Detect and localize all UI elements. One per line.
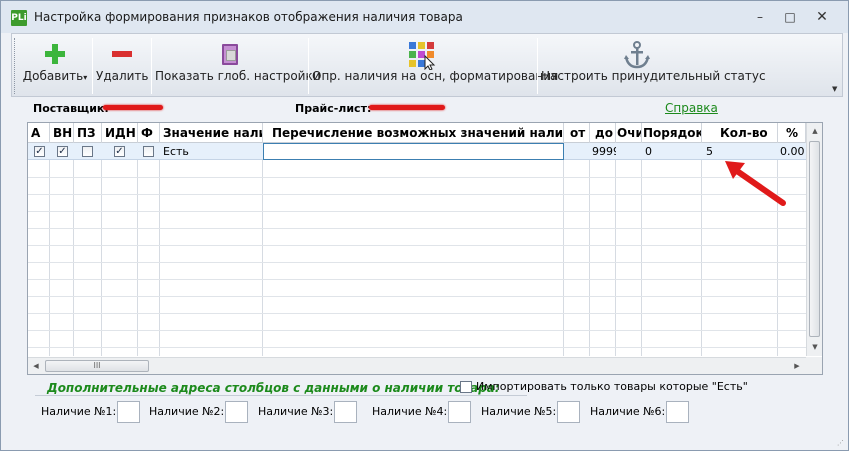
- delete-button-label: Удалить: [96, 69, 149, 83]
- checkbox-idn[interactable]: ✓: [114, 146, 125, 157]
- col-header-order[interactable]: Порядок: [642, 123, 702, 143]
- col-header-a[interactable]: А: [28, 123, 50, 143]
- minus-icon: [112, 51, 132, 57]
- toolbar-overflow-icon[interactable]: ▼: [832, 85, 840, 95]
- help-link[interactable]: Справка: [665, 101, 718, 115]
- book-icon: [222, 44, 238, 65]
- horizontal-scroll-thumb[interactable]: III: [45, 360, 149, 372]
- anchor-icon: [624, 41, 650, 69]
- vertical-scroll-thumb[interactable]: [809, 141, 820, 337]
- col-header-clear[interactable]: Очис: [616, 123, 642, 143]
- availability-1-label: Наличие №1:: [41, 405, 117, 418]
- window-title: Настройка формирования признаков отображ…: [34, 10, 463, 24]
- availability-6-label: Наличие №6:: [590, 405, 666, 418]
- horizontal-scrollbar[interactable]: ◀ III ▶: [28, 357, 806, 374]
- scroll-up-icon[interactable]: ▲: [807, 123, 822, 139]
- vertical-scrollbar[interactable]: ▲ ▼: [806, 123, 822, 356]
- import-only-label: Импортировать только товары которые "Ест…: [476, 380, 748, 393]
- scroll-right-icon[interactable]: ▶: [789, 358, 805, 374]
- title-bar: PLi Настройка формирования признаков ото…: [1, 1, 848, 33]
- chevron-down-icon: ▾: [83, 73, 88, 82]
- minimize-button[interactable]: –: [747, 7, 773, 27]
- checkbox-a[interactable]: ✓: [34, 146, 45, 157]
- maximize-button[interactable]: □: [777, 7, 803, 27]
- pricelist-value-redacted: [369, 105, 445, 110]
- force-status-button[interactable]: Настроить принудительный статус: [541, 34, 766, 96]
- toolbar-separator: [151, 38, 152, 94]
- col-header-value[interactable]: Значение налич: [160, 123, 263, 143]
- show-global-settings-label: Показать глоб. настройки: [155, 69, 321, 83]
- close-button[interactable]: ✕: [809, 7, 835, 27]
- col-header-qty[interactable]: Кол-во: [702, 123, 778, 143]
- checkbox-pz[interactable]: [82, 146, 93, 157]
- toolbar-separator: [92, 38, 93, 94]
- availability-6-input[interactable]: [666, 401, 689, 423]
- detect-availability-button[interactable]: Опр. наличия на осн, форматирования: [312, 34, 559, 96]
- addresses-divider: [35, 395, 527, 396]
- cell-clear[interactable]: [616, 143, 642, 160]
- availability-5-label: Наличие №5:: [481, 405, 557, 418]
- cell-to[interactable]: 9999: [590, 143, 616, 160]
- color-grid-cursor-icon: [409, 42, 436, 70]
- enum-values-input[interactable]: [263, 143, 564, 160]
- cell-value[interactable]: Есть: [160, 143, 263, 160]
- add-button[interactable]: Добавить▾: [22, 34, 88, 96]
- cell-order[interactable]: 0: [642, 143, 702, 160]
- supplier-value-redacted: [103, 105, 163, 110]
- app-logo-icon: PLi: [11, 10, 27, 26]
- addresses-title: Дополнительные адреса столбцов с данными…: [47, 381, 500, 395]
- red-arrow-annotation-icon: [725, 161, 786, 206]
- grid-body: ✓ ✓ ✓ Есть 9999 0 5 0.00: [28, 143, 806, 356]
- col-header-to[interactable]: до: [590, 123, 616, 143]
- settings-window: PLi Настройка формирования признаков ото…: [0, 0, 849, 451]
- pricelist-label: Прайс-лист:: [295, 102, 372, 115]
- checkbox-vn[interactable]: ✓: [57, 146, 68, 157]
- toolbar-grip[interactable]: [14, 38, 17, 94]
- plus-icon: [45, 44, 65, 64]
- availability-3-label: Наличие №3:: [258, 405, 334, 418]
- delete-button[interactable]: Удалить: [96, 34, 149, 96]
- info-bar: Поставщик: Прайс-лист: Справка: [11, 99, 843, 119]
- scroll-left-icon[interactable]: ◀: [28, 358, 44, 374]
- col-header-from[interactable]: от: [564, 123, 590, 143]
- col-header-vn[interactable]: ВН: [50, 123, 74, 143]
- grid-header: А ВН ПЗ ИДН Ф Значение налич Перечислени…: [28, 123, 806, 143]
- availability-grid: А ВН ПЗ ИДН Ф Значение налич Перечислени…: [27, 122, 823, 375]
- show-global-settings-button[interactable]: Показать глоб. настройки: [155, 34, 321, 96]
- availability-1-input[interactable]: [117, 401, 140, 423]
- col-header-enum[interactable]: Перечисление возможных значений наличия: [263, 123, 564, 143]
- toolbar-separator: [308, 38, 309, 94]
- col-header-f[interactable]: Ф: [138, 123, 160, 143]
- col-header-pz[interactable]: ПЗ: [74, 123, 102, 143]
- availability-4-label: Наличие №4:: [372, 405, 448, 418]
- availability-4-input[interactable]: [448, 401, 471, 423]
- table-row[interactable]: ✓ ✓ ✓ Есть 9999 0 5 0.00: [28, 143, 806, 160]
- resize-grip-icon[interactable]: ⋰: [837, 439, 845, 447]
- toolbar: Добавить▾ Удалить Показать глоб. настрой…: [11, 33, 843, 97]
- cell-from[interactable]: [564, 143, 590, 160]
- supplier-label: Поставщик:: [33, 102, 109, 115]
- scroll-corner: [806, 357, 822, 374]
- availability-5-input[interactable]: [557, 401, 580, 423]
- force-status-label: Настроить принудительный статус: [541, 69, 766, 83]
- availability-2-label: Наличие №2:: [149, 405, 225, 418]
- col-header-pct[interactable]: %: [778, 123, 806, 143]
- scroll-down-icon[interactable]: ▼: [807, 339, 822, 355]
- toolbar-separator: [537, 38, 538, 94]
- add-button-label: Добавить: [22, 69, 84, 83]
- availability-3-input[interactable]: [334, 401, 357, 423]
- import-only-checkbox[interactable]: [460, 381, 472, 393]
- checkbox-f[interactable]: [143, 146, 154, 157]
- detect-availability-label: Опр. наличия на осн, форматирования: [312, 69, 559, 83]
- col-header-idn[interactable]: ИДН: [102, 123, 138, 143]
- availability-2-input[interactable]: [225, 401, 248, 423]
